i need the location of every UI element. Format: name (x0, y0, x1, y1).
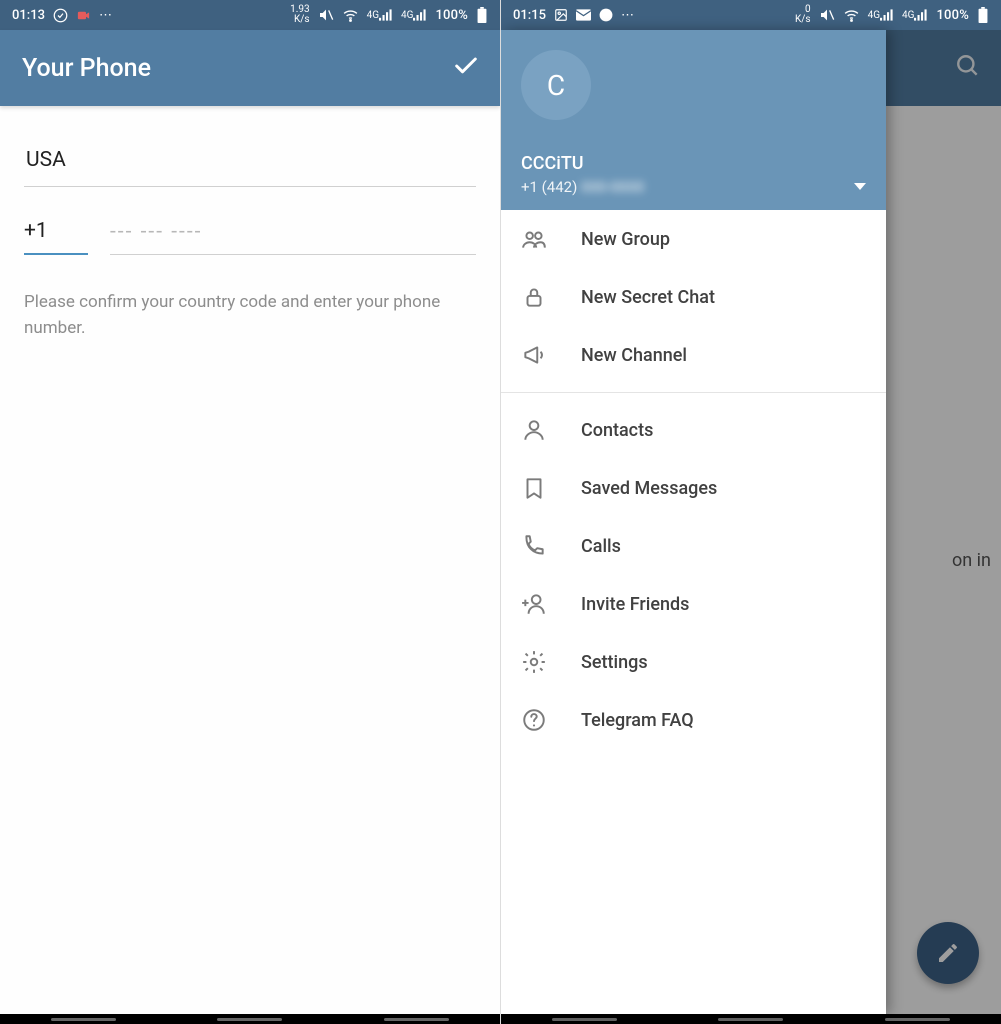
megaphone-icon (521, 342, 547, 368)
status-net-speed: 0K/s (795, 5, 811, 25)
drawer-item-label: Invite Friends (581, 594, 689, 615)
status-battery: 100% (936, 8, 969, 23)
drawer-item-label: Contacts (581, 420, 653, 441)
page-title: Your Phone (22, 54, 151, 83)
drawer-item-label: New Channel (581, 345, 687, 366)
status-chat-icon (599, 8, 613, 22)
drawer-list: New Group New Secret Chat New Channel Conta… (501, 210, 886, 1014)
status-mute-icon (318, 7, 334, 23)
status-more-icon: ⋯ (99, 8, 112, 23)
drawer-item-settings[interactable]: Settings (501, 633, 886, 691)
drawer-item-new-secret-chat[interactable]: New Secret Chat (501, 268, 886, 326)
add-person-icon (521, 591, 547, 617)
navigation-drawer: C CCCiTU +1 (442) 000-0000 New GroupNew … (501, 30, 886, 1014)
avatar[interactable]: C (521, 50, 591, 120)
drawer-item-label: New Secret Chat (581, 287, 715, 308)
screen-drawer-open: 01:15 ⋯ 0K/s 4G 4G 100% (500, 0, 1001, 1024)
status-battery-icon (476, 7, 488, 23)
status-time: 01:15 (513, 8, 546, 23)
status-battery-icon (977, 7, 989, 23)
status-time: 01:13 (12, 8, 45, 23)
status-battery: 100% (435, 8, 468, 23)
account-phone: +1 (442) 000-0000 (521, 178, 644, 196)
country-code-input[interactable]: +1 (24, 219, 88, 255)
drawer-item-contacts[interactable]: Contacts (501, 401, 886, 459)
phone-form: USA +1 --- --- ---- Please confirm your … (0, 106, 500, 342)
app-bar: Your Phone (0, 30, 500, 106)
phone-number-input[interactable]: --- --- ---- (110, 220, 476, 255)
gear-icon (521, 649, 547, 675)
divider (501, 392, 886, 393)
status-mute-icon (819, 7, 835, 23)
drawer-item-saved-messages[interactable]: Saved Messages (501, 459, 886, 517)
status-more-icon: ⋯ (621, 8, 634, 23)
group-icon (521, 226, 547, 252)
phone-icon (521, 533, 547, 559)
lock-icon (521, 284, 547, 310)
status-signal-1-icon: 4G (868, 9, 894, 21)
drawer-item-label: Calls (581, 536, 621, 557)
status-screen-record-icon (76, 8, 91, 23)
drawer-item-new-channel[interactable]: New Channel (501, 326, 886, 384)
android-nav-bar (501, 1014, 1001, 1024)
account-switcher[interactable]: CCCiTU +1 (442) 000-0000 (521, 153, 644, 196)
status-bar: 01:13 ⋯ 1.93K/s 4G 4G 100% (0, 0, 500, 30)
account-name: CCCiTU (521, 153, 644, 174)
status-mail-icon (576, 9, 591, 21)
person-icon (521, 417, 547, 443)
country-select[interactable]: USA (24, 146, 476, 187)
drawer-item-label: Settings (581, 652, 648, 673)
status-wifi-icon (843, 7, 860, 24)
check-icon (452, 52, 480, 80)
chevron-down-icon[interactable] (854, 183, 866, 190)
status-app-icon (53, 8, 68, 23)
drawer-item-label: Saved Messages (581, 478, 717, 499)
android-nav-bar (0, 1014, 500, 1024)
status-net-speed: 1.93K/s (290, 5, 310, 25)
drawer-item-calls[interactable]: Calls (501, 517, 886, 575)
drawer-item-invite-friends[interactable]: Invite Friends (501, 575, 886, 633)
screen-phone-entry: 01:13 ⋯ 1.93K/s 4G 4G 100% Yo (0, 0, 500, 1024)
status-bar: 01:15 ⋯ 0K/s 4G 4G 100% (501, 0, 1001, 30)
bookmark-icon (521, 475, 547, 501)
status-signal-1-icon: 4G (367, 9, 393, 21)
confirm-button[interactable] (452, 52, 480, 84)
drawer-item-telegram-faq[interactable]: Telegram FAQ (501, 691, 886, 749)
status-gallery-icon (554, 8, 568, 22)
status-signal-2-icon: 4G (401, 9, 427, 21)
drawer-header: C CCCiTU +1 (442) 000-0000 (501, 30, 886, 210)
drawer-item-new-group[interactable]: New Group (501, 210, 886, 268)
drawer-item-label: Telegram FAQ (581, 710, 694, 731)
drawer-item-label: New Group (581, 229, 670, 250)
status-signal-2-icon: 4G (902, 9, 928, 21)
help-icon (521, 707, 547, 733)
status-wifi-icon (342, 7, 359, 24)
hint-text: Please confirm your country code and ent… (24, 289, 476, 342)
